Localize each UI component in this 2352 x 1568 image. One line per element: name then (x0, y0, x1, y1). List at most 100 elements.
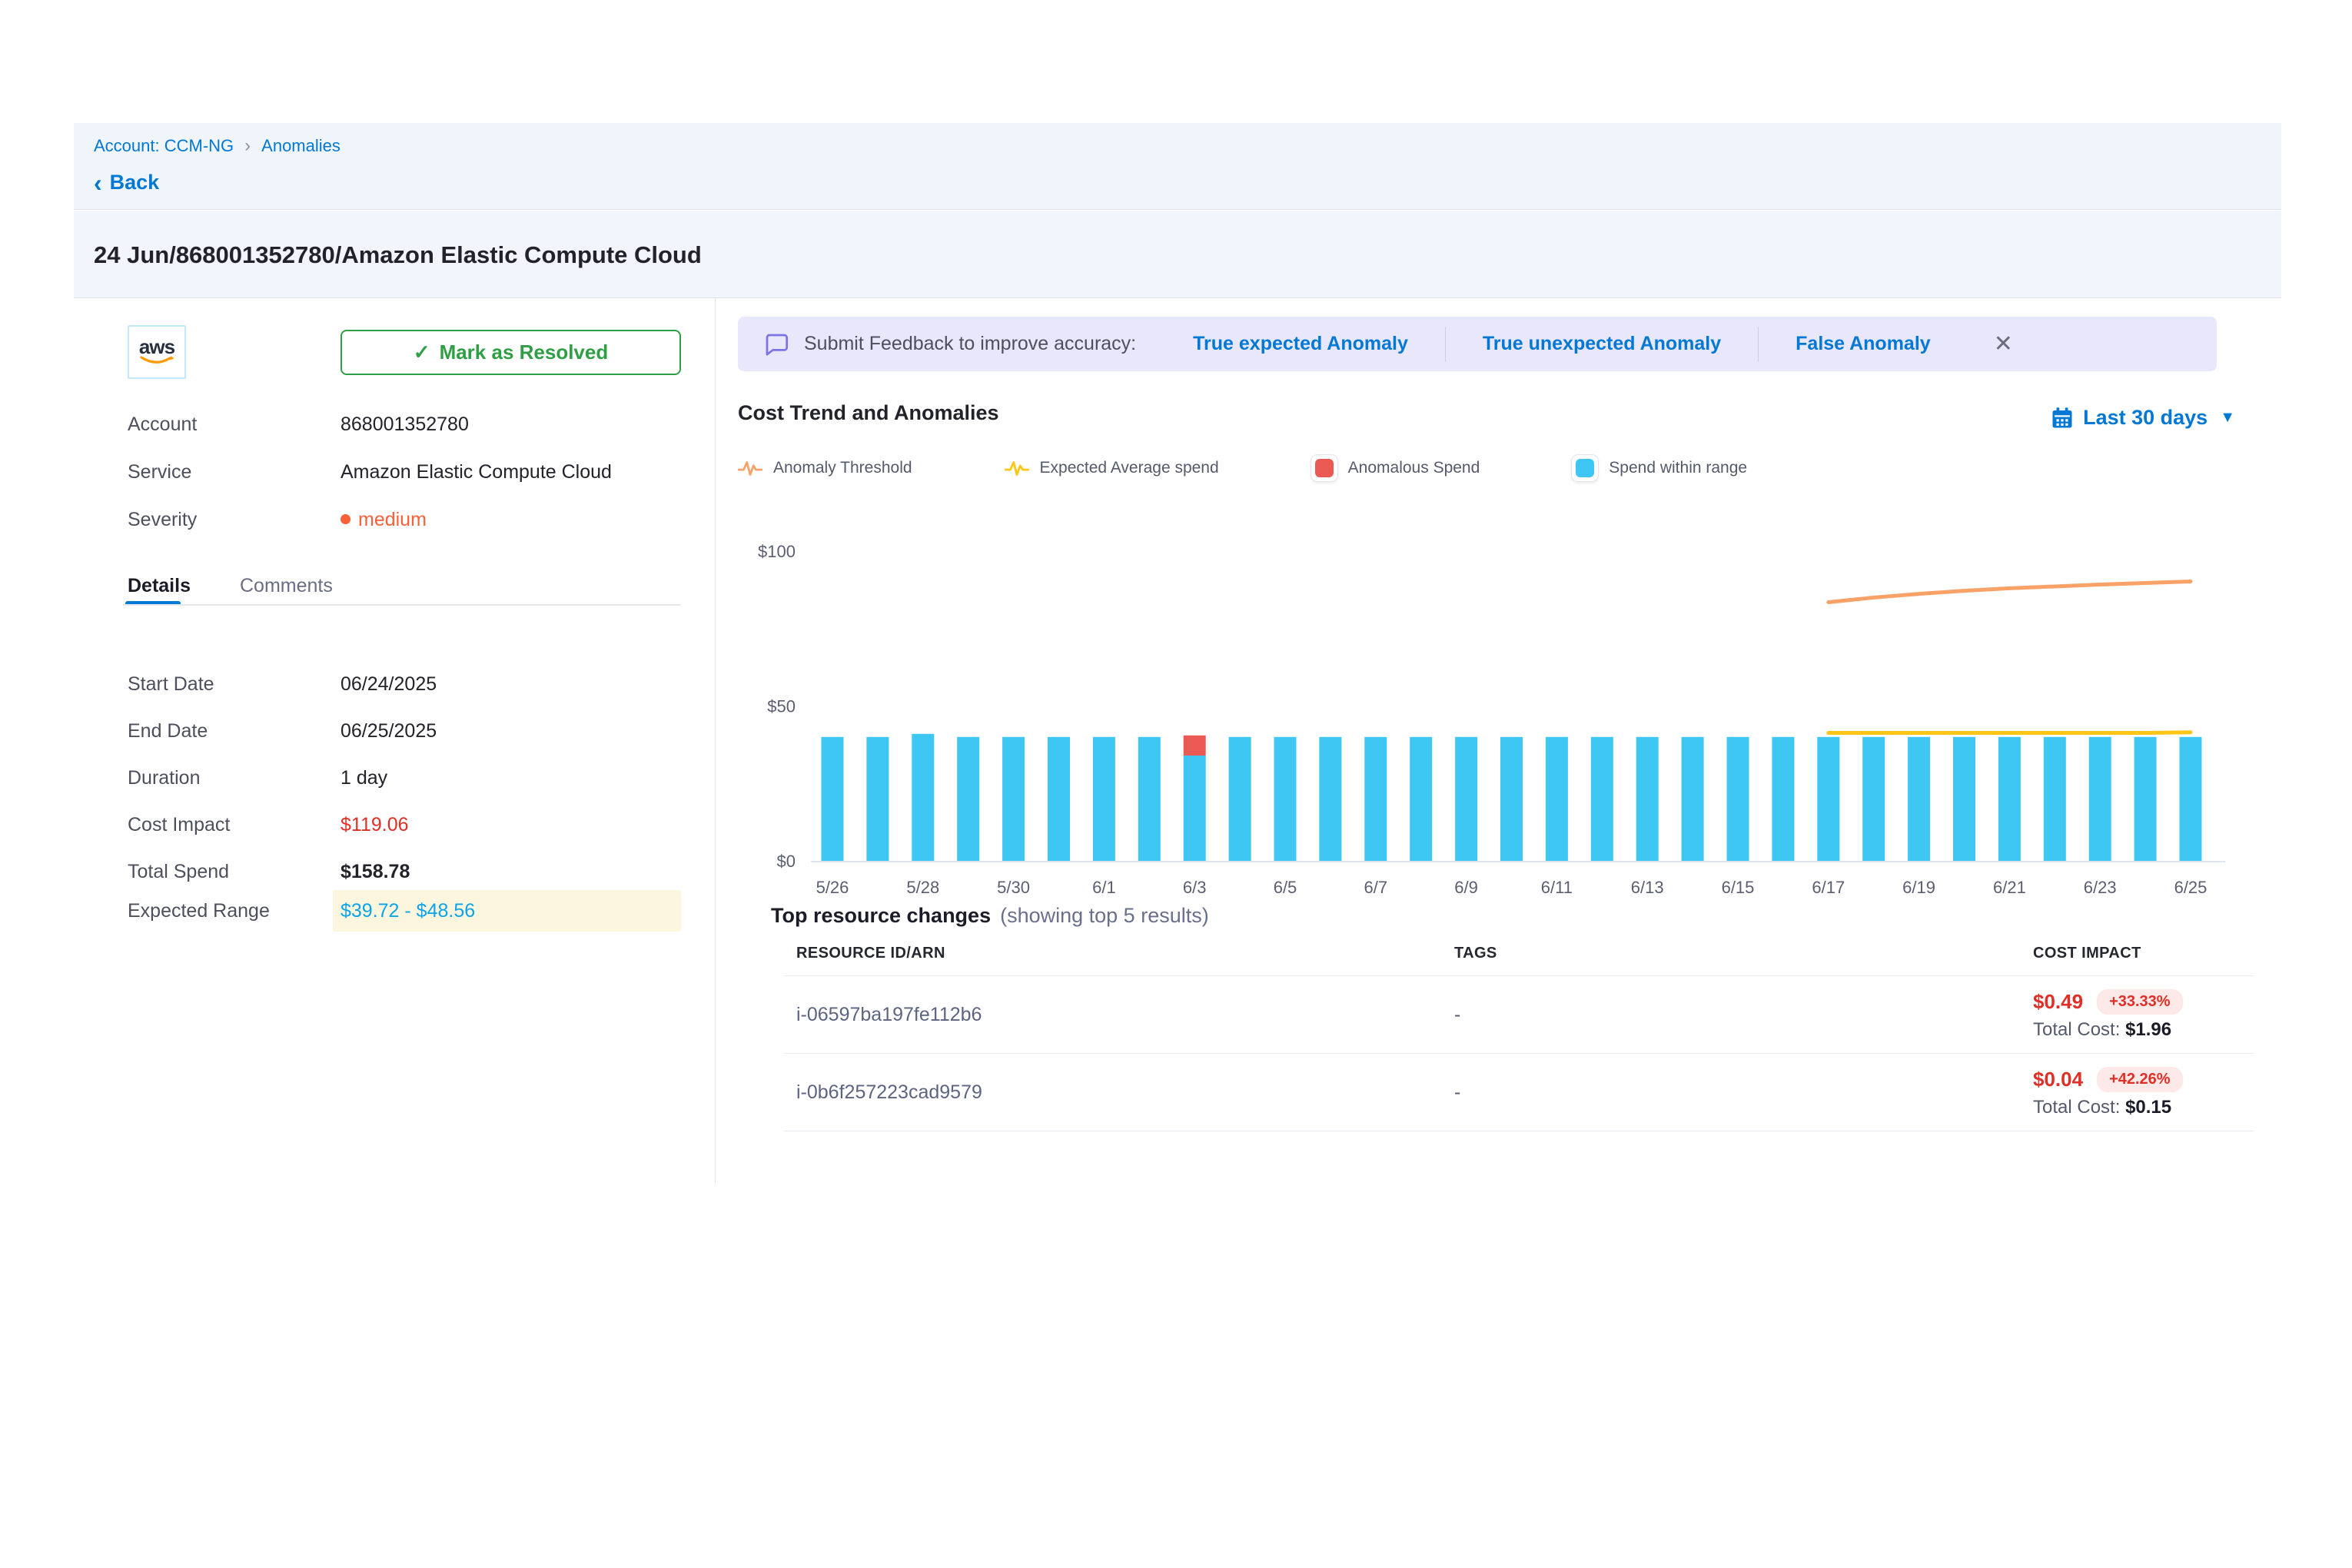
mark-as-resolved-label: Mark as Resolved (440, 341, 609, 364)
service-row: Service Amazon Elastic Compute Cloud (128, 461, 681, 487)
svg-text:$0: $0 (777, 852, 796, 871)
aws-smile-icon (139, 356, 174, 367)
svg-text:6/5: 6/5 (1274, 878, 1297, 897)
svg-text:6/1: 6/1 (1092, 878, 1116, 897)
chart-title: Cost Trend and Anomalies (738, 401, 999, 425)
breadcrumb-anomalies-link[interactable]: Anomalies (261, 136, 341, 156)
col-resource-id: RESOURCE ID/ARN (784, 945, 1442, 962)
cost-trend-chart: $0 $50 $100 5/26 5/28 5/30 6/1 6/3 6/5 6/7 6/9 6/11… (738, 530, 2252, 915)
svg-text:6/21: 6/21 (1993, 878, 2026, 897)
svg-text:6/11: 6/11 (1541, 878, 1573, 897)
svg-text:6/17: 6/17 (1812, 878, 1845, 897)
svg-text:5/28: 5/28 (906, 878, 939, 897)
table-subtitle: (showing top 5 results) (1000, 904, 1209, 928)
anomalous-spend-swatch (1311, 455, 1337, 481)
spend-within-range-swatch (1572, 455, 1598, 481)
col-tags: TAGS (1442, 945, 2021, 962)
tabs-divider (123, 604, 681, 606)
svg-text:6/13: 6/13 (1631, 878, 1664, 897)
resource-tags: - (1442, 1081, 2021, 1104)
date-range-picker[interactable]: Last 30 days ▼ (2051, 406, 2235, 430)
resource-id[interactable]: i-0b6f257223cad9579 (784, 1081, 1442, 1104)
account-label: Account (128, 414, 341, 440)
legend-anomaly-threshold: Anomaly Threshold (738, 457, 912, 480)
legend-expected-average: Expected Average spend (1005, 457, 1219, 480)
detail-row-total-spend: Total Spend $158.78 (128, 856, 689, 887)
severity-value: medium (358, 509, 427, 530)
chat-bubble-icon (764, 332, 789, 357)
severity-label: Severity (128, 509, 341, 535)
check-icon: ✓ (414, 341, 430, 364)
svg-text:6/9: 6/9 (1454, 878, 1478, 897)
resource-cost-cell: $0.04 +42.26% Total Cost: $0.15 (2021, 1067, 2254, 1118)
resource-id[interactable]: i-06597ba197fe112b6 (784, 1004, 1442, 1026)
back-chevron-icon: ‹ (94, 173, 102, 193)
table-row[interactable]: i-0b6f257223cad9579 - $0.04 +42.26% Tota… (784, 1054, 2254, 1131)
feedback-true-expected[interactable]: True expected Anomaly (1156, 333, 1445, 355)
tab-details[interactable]: Details (128, 575, 191, 597)
svg-text:6/7: 6/7 (1364, 878, 1388, 897)
feedback-bar: Submit Feedback to improve accuracy: Tru… (738, 317, 2217, 371)
panel-divider (715, 299, 716, 1183)
detail-row-duration: Duration 1 day (128, 762, 689, 793)
detail-row-cost-impact: Cost Impact $119.06 (128, 809, 689, 840)
table-header: RESOURCE ID/ARN TAGS COST IMPACT (784, 932, 2254, 976)
account-value: 868001352780 (341, 414, 469, 440)
feedback-false-anomaly[interactable]: False Anomaly (1759, 333, 1968, 355)
cost-impact-value: $0.04 (2033, 1068, 2083, 1091)
cost-impact-percent-badge: +42.26% (2097, 1067, 2183, 1092)
cost-impact-value: $0.49 (2033, 990, 2083, 1014)
svg-text:5/26: 5/26 (816, 878, 849, 897)
average-line-icon (1005, 457, 1029, 480)
total-cost-label: Total Cost: (2033, 1019, 2120, 1040)
aws-logo-text: aws (139, 337, 174, 356)
resource-cost-cell: $0.49 +33.33% Total Cost: $1.96 (2021, 989, 2254, 1041)
feedback-close-icon[interactable]: ✕ (1994, 331, 2013, 357)
table-title-row: Top resource changes (showing top 5 resu… (771, 904, 1209, 928)
tab-comments[interactable]: Comments (240, 575, 333, 597)
svg-text:6/25: 6/25 (2174, 878, 2207, 897)
resource-tags: - (1442, 1004, 2021, 1026)
chart-legend: Anomaly Threshold Expected Average spend… (738, 455, 1747, 481)
breadcrumb-chevron-icon: › (244, 135, 251, 157)
service-value: Amazon Elastic Compute Cloud (341, 461, 612, 487)
caret-down-icon: ▼ (2220, 409, 2235, 427)
back-button[interactable]: ‹ Back (94, 171, 159, 194)
legend-anomalous-spend: Anomalous Spend (1311, 455, 1480, 481)
table-title: Top resource changes (771, 904, 991, 928)
feedback-true-unexpected[interactable]: True unexpected Anomaly (1446, 333, 1758, 355)
threshold-line-icon (738, 457, 762, 480)
detail-row-end-date: End Date 06/25/2025 (128, 716, 689, 746)
header-band (74, 123, 2281, 210)
total-cost-label: Total Cost: (2033, 1097, 2120, 1118)
svg-text:6/15: 6/15 (1722, 878, 1755, 897)
aws-logo: aws (128, 325, 186, 379)
detail-tabs: Details Comments (128, 575, 333, 597)
svg-text:5/30: 5/30 (997, 878, 1030, 897)
feedback-prompt: Submit Feedback to improve accuracy: (804, 333, 1136, 355)
severity-dot-icon (341, 514, 350, 524)
svg-text:6/3: 6/3 (1183, 878, 1207, 897)
svg-text:$50: $50 (767, 697, 796, 716)
severity-row: Severity medium (128, 509, 681, 535)
detail-row-expected-range: Expected Range $39.72 - $48.56 (128, 895, 689, 926)
mark-as-resolved-button[interactable]: ✓ Mark as Resolved (341, 330, 681, 375)
account-row: Account 868001352780 (128, 414, 681, 440)
cost-impact-percent-badge: +33.33% (2097, 989, 2183, 1015)
date-range-label: Last 30 days (2083, 406, 2207, 430)
detail-row-start-date: Start Date 06/24/2025 (128, 669, 689, 699)
svg-text:6/19: 6/19 (1902, 878, 1935, 897)
breadcrumb-account-link[interactable]: Account: CCM-NG (94, 136, 234, 156)
svg-text:$100: $100 (758, 542, 796, 561)
table-row[interactable]: i-06597ba197fe112b6 - $0.49 +33.33% Tota… (784, 976, 2254, 1054)
col-cost-impact: COST IMPACT (2021, 945, 2254, 962)
service-label: Service (128, 461, 341, 487)
legend-spend-within-range: Spend within range (1572, 455, 1747, 481)
breadcrumb: Account: CCM-NG › Anomalies (94, 135, 341, 157)
total-cost-value: $0.15 (2125, 1097, 2171, 1118)
total-cost-value: $1.96 (2125, 1019, 2171, 1040)
resource-table: RESOURCE ID/ARN TAGS COST IMPACT i-06597… (784, 932, 2254, 1131)
svg-text:6/23: 6/23 (2084, 878, 2117, 897)
calendar-icon (2051, 407, 2074, 430)
back-label: Back (110, 171, 160, 194)
